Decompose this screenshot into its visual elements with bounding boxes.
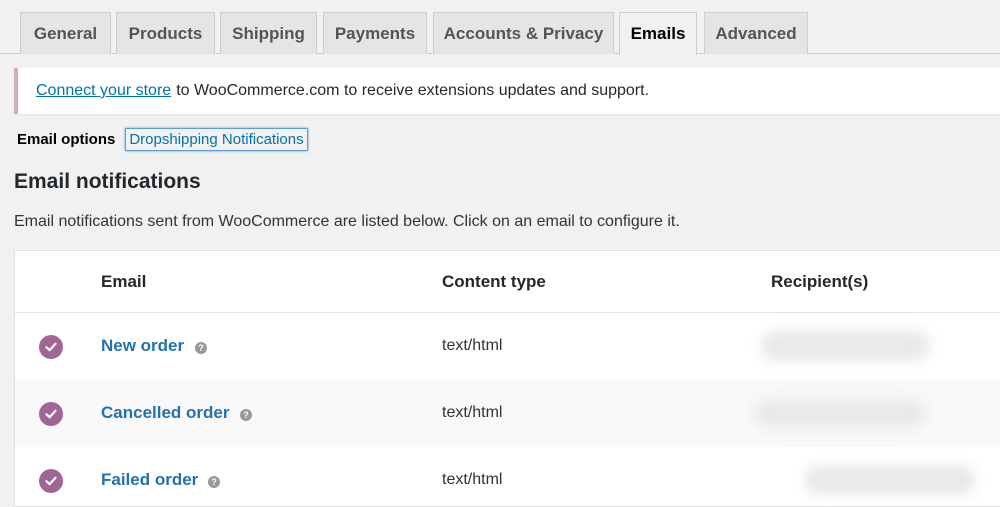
email-link-cancelled-order[interactable]: Cancelled order <box>101 403 230 423</box>
tab-payments[interactable]: Payments <box>323 12 427 54</box>
table-row: Failed order ? text/html <box>15 447 1000 507</box>
content-type-value: text/html <box>442 337 503 354</box>
settings-tabs: General Products Shipping Payments Accou… <box>0 0 1000 55</box>
tab-shipping[interactable]: Shipping <box>220 12 317 54</box>
connect-store-link[interactable]: Connect your store <box>36 82 171 100</box>
table-row: New order ? text/html <box>15 313 1000 380</box>
section-title: Email notifications <box>14 170 201 193</box>
check-circle-icon <box>39 335 63 359</box>
table-header: Email Content type Recipient(s) <box>15 251 1000 313</box>
redacted-recipient <box>805 465 975 495</box>
help-icon[interactable]: ? <box>195 342 207 354</box>
content-type-value: text/html <box>442 404 503 421</box>
email-link-new-order[interactable]: New order <box>101 336 184 356</box>
redacted-recipient <box>755 398 925 428</box>
settings-page: General Products Shipping Payments Accou… <box>0 0 1000 507</box>
help-icon[interactable]: ? <box>240 409 252 421</box>
notice-text: to WooCommerce.com to receive extensions… <box>176 82 650 99</box>
email-subnav: Email options Dropshipping Notifications <box>17 126 308 152</box>
email-link-failed-order[interactable]: Failed order <box>101 470 198 490</box>
tab-advanced[interactable]: Advanced <box>704 12 808 54</box>
subnav-email-options[interactable]: Email options <box>17 131 115 148</box>
header-email: Email <box>101 272 147 291</box>
check-circle-icon <box>39 469 63 493</box>
content-type-value: text/html <box>442 471 503 488</box>
header-content-type: Content type <box>442 272 546 291</box>
section-description: Email notifications sent from WooCommerc… <box>14 213 680 230</box>
connect-store-notice: Connect your store to WooCommerce.com to… <box>14 68 1000 114</box>
tab-emails[interactable]: Emails <box>619 12 697 55</box>
check-circle-icon <box>39 402 63 426</box>
tab-products[interactable]: Products <box>116 12 215 54</box>
tab-general[interactable]: General <box>20 12 111 54</box>
email-notifications-table: Email Content type Recipient(s) New orde… <box>14 250 1000 507</box>
help-icon[interactable]: ? <box>208 476 220 488</box>
tab-accounts-privacy[interactable]: Accounts & Privacy <box>433 12 614 54</box>
table-row: Cancelled order ? text/html <box>15 380 1000 447</box>
header-recipients: Recipient(s) <box>771 272 869 291</box>
redacted-recipient <box>760 331 930 361</box>
subnav-dropshipping-notifications[interactable]: Dropshipping Notifications <box>125 127 308 151</box>
